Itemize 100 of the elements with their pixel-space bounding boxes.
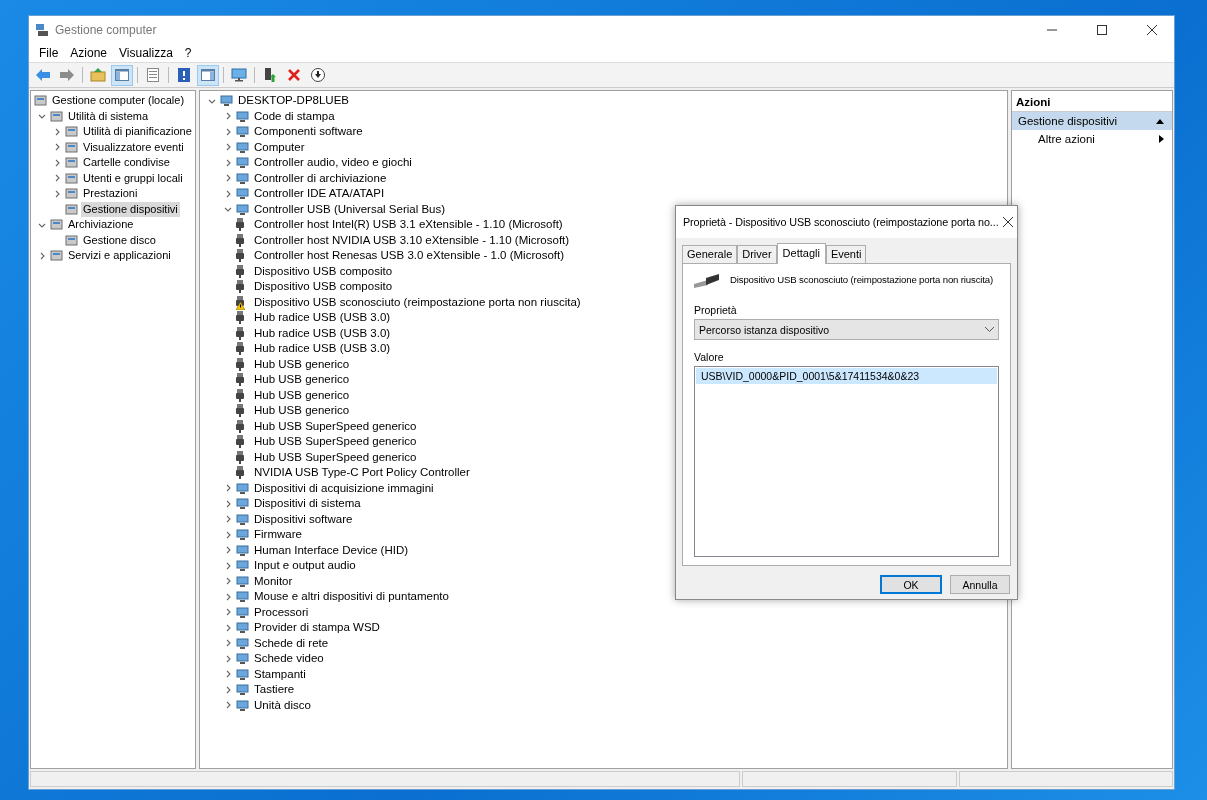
properties-icon [145,67,161,83]
device-tree-item[interactable]: Tastiere [252,682,297,698]
device-tree-item[interactable]: Hub radice USB (USB 3.0) [252,341,393,357]
device-icon [236,667,249,681]
collapse-icon [1156,118,1164,124]
usb-plug-icon [236,466,244,480]
device-tree-item[interactable]: Code di stampa [252,108,337,124]
device-tree-item[interactable]: Controller di archiviazione [252,170,389,186]
device-tree-item[interactable]: Hub radice USB (USB 3.0) [252,325,393,341]
device-tree-item[interactable]: Dispositivo USB sconosciuto (reimpostazione porta non riuscita) [252,294,583,310]
dialog-button[interactable]: OK [880,575,942,594]
menu-item[interactable]: ? [178,45,198,60]
tree-item[interactable]: Utilità di pianificazione [81,124,194,140]
device-icon [236,590,249,604]
device-tree-item[interactable]: Unità disco [252,697,313,713]
device-tree-item[interactable]: Dispositivo USB composito [252,279,395,295]
property-dropdown[interactable]: Percorso istanza dispositivo [694,319,999,340]
close-icon[interactable] [1147,24,1157,35]
device-tree-item[interactable]: Hub USB SuperSpeed generico [252,449,419,465]
menu-item[interactable]: Visualizza [113,45,179,60]
device-tree-item[interactable]: Controller host NVIDIA USB 3.10 eXtensible - 1.10 (Microsoft) [252,232,572,248]
device-icon [236,559,249,573]
tree-item[interactable]: Gestione computer (locale) [50,93,187,109]
close-icon[interactable] [1002,217,1013,227]
device-tree-item[interactable]: Provider di stampa WSD [252,620,382,636]
device-tree-item[interactable]: Hub USB SuperSpeed generico [252,434,419,450]
dialog-button[interactable]: Annulla [950,575,1010,594]
tree-item[interactable]: Utenti e gruppi locali [81,170,185,186]
value-row[interactable]: USB\VID_0000&PID_0001\5&17411534&0&23 [696,368,997,384]
device-icon [236,202,249,216]
tree-item[interactable]: Gestione disco [81,232,158,248]
device-icon [236,512,249,526]
device-tree-item[interactable]: Hub USB generico [252,356,352,372]
device-tree-item[interactable]: Controller IDE ATA/ATAPI [252,186,387,202]
device-tree-item[interactable]: Stampanti [252,666,308,682]
dialog-tab[interactable]: Dettagli [776,243,826,264]
device-icon [236,528,249,542]
pane-icon [114,67,130,83]
usb-cable-icon [694,274,720,288]
device-tree-item[interactable]: Dispositivo USB composito [252,263,395,279]
device-tree-item[interactable]: Componenti software [252,124,365,140]
device-tree-item[interactable]: Input e output audio [252,558,358,574]
property-label: Proprietà [694,304,738,316]
tree-item[interactable]: Prestazioni [81,186,140,202]
device-tree-item[interactable]: Hub radice USB (USB 3.0) [252,310,393,326]
device-tree-item[interactable]: Hub USB generico [252,387,352,403]
tree-item[interactable]: Cartelle condivise [81,155,172,171]
folder-icon [90,67,106,83]
device-tree-item[interactable]: Hub USB generico [252,372,352,388]
monitor-icon [231,67,247,83]
submenu-arrow-icon [1159,135,1164,143]
dialog-tab[interactable]: Driver [737,245,777,264]
device-icon [236,109,249,123]
tree-item[interactable]: Utilità di sistema [66,108,151,124]
device-tree-item[interactable]: DESKTOP-DP8LUEB [236,93,351,109]
device-tree-item[interactable]: Controller audio, video e giochi [252,155,414,171]
device-tree-item[interactable]: Firmware [252,527,304,543]
tree-item[interactable]: Archiviazione [66,217,136,233]
device-tree-item[interactable]: Controller USB (Universal Serial Bus) [252,201,448,217]
device-tree-item[interactable]: Monitor [252,573,295,589]
device-tree-item[interactable]: Processori [252,604,311,620]
device-icon [236,636,249,650]
device-tree-item[interactable]: Computer [252,139,307,155]
device-tree-item[interactable]: NVIDIA USB Type-C Port Policy Controller [252,465,472,481]
menu-item[interactable]: File [33,45,65,60]
actions-section[interactable]: Gestione dispositivi [1012,112,1172,130]
device-tree-item[interactable]: Schede video [252,651,326,667]
device-icon [236,171,249,185]
tree-item[interactable]: Visualizzatore eventi [81,139,186,155]
device-icon [236,125,249,139]
tree-item[interactable]: Gestione dispositivi [81,201,180,217]
device-icon [236,652,249,666]
device-tree-item[interactable]: Controller host Intel(R) USB 3.1 eXtensible - 1.10 (Microsoft) [252,217,565,233]
dialog-tab[interactable]: Eventi [825,245,867,264]
device-icon [236,156,249,170]
forward-arrow-icon [59,67,75,83]
device-tree-item[interactable]: Mouse e altri dispositivi di puntamento [252,589,451,605]
device-tree-item[interactable]: Human Interface Device (HID) [252,542,411,558]
device-icon [236,698,249,712]
warning-icon [236,301,245,310]
device-icon [220,94,233,108]
device-tree-item[interactable]: Schede di rete [252,635,331,651]
device-tree-item[interactable]: Hub USB generico [252,403,352,419]
device-icon [236,574,249,588]
device-tree-item[interactable]: Dispositivi software [252,511,355,527]
action-item[interactable]: Altre azioni [1012,130,1172,148]
dropdown-icon [985,327,994,332]
tree-item[interactable]: Servizi e applicazioni [66,248,173,264]
device-icon [236,605,249,619]
app-icon [35,22,49,37]
device-tree-item[interactable]: Dispositivi di acquisizione immagini [252,480,436,496]
device-tree-item[interactable]: Dispositivi di sistema [252,496,363,512]
menu-item[interactable]: Azione [64,45,114,60]
device-icon [236,140,249,154]
device-tree-item[interactable]: Hub USB SuperSpeed generico [252,418,419,434]
device-name: Dispositivo USB sconosciuto (reimpostazione porta non riuscita) [730,274,994,285]
value-label: Valore [694,351,725,363]
maximize-icon[interactable] [1097,24,1107,35]
dialog-tab[interactable]: Generale [682,245,738,264]
device-tree-item[interactable]: Controller host Renesas USB 3.0 eXtensible - 1.0 (Microsoft) [252,248,566,264]
